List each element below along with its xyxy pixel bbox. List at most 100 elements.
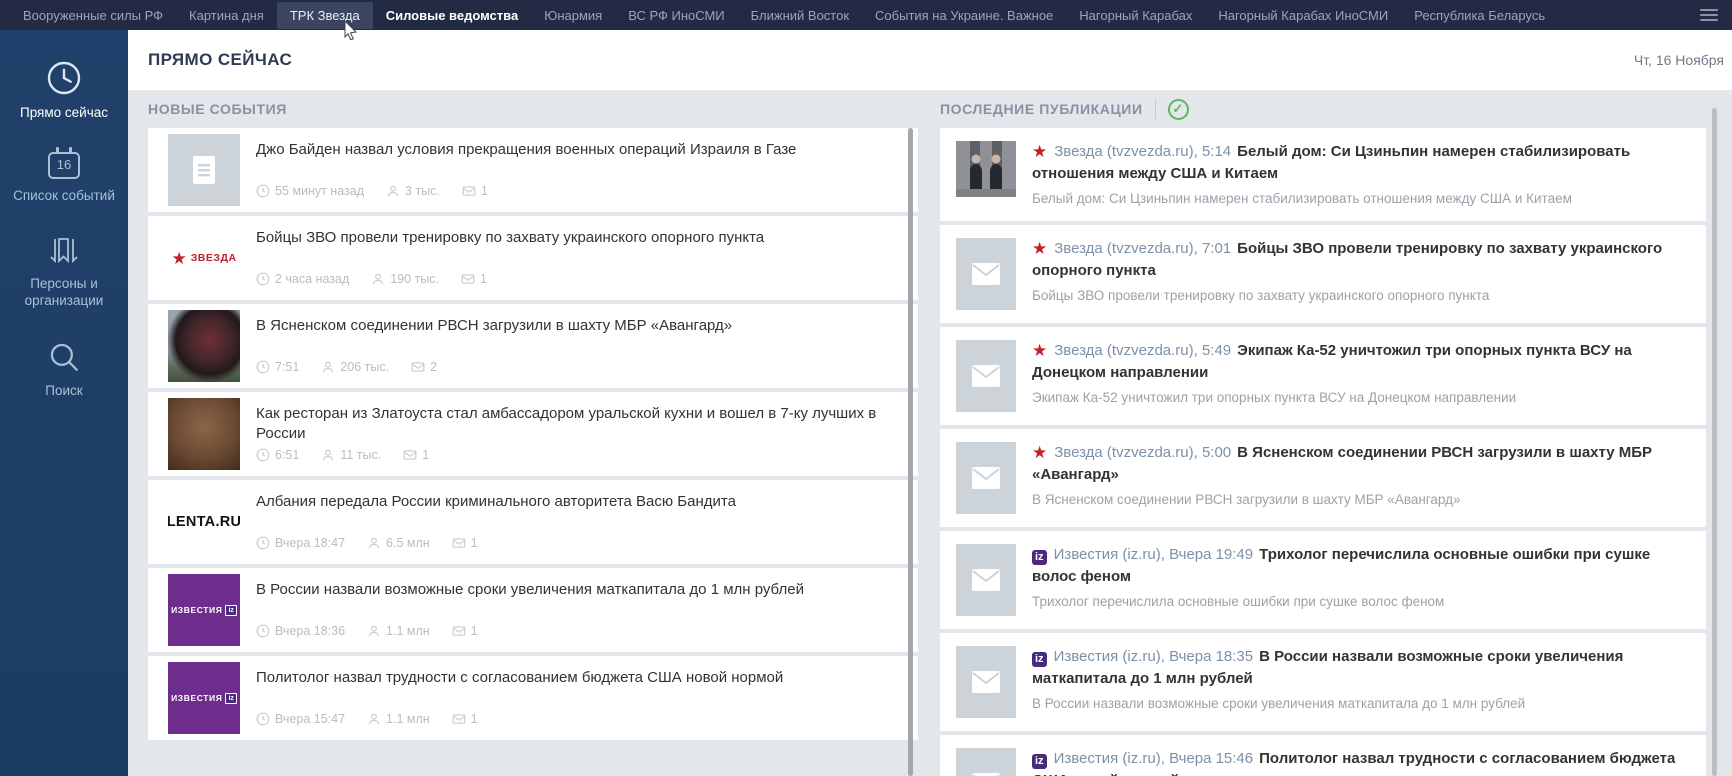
clock-icon <box>256 448 270 462</box>
event-time: Вчера 18:47 <box>275 536 345 550</box>
audience-icon <box>367 536 381 550</box>
event-title[interactable]: Как ресторан из Златоуста стал амбассадо… <box>256 404 888 443</box>
nav-item-ukraine-events[interactable]: События на Украине. Важное <box>862 2 1066 29</box>
audience-icon <box>321 360 335 374</box>
envelope-placeholder-thumbnail <box>956 544 1016 616</box>
nav-item-nagorny-karabakh-inosmi[interactable]: Нагорный Карабах ИноСМИ <box>1205 2 1401 29</box>
publication-row[interactable]: ★Звезда (tvzvezda.ru), 7:01Бойцы ЗВО про… <box>940 225 1706 323</box>
zvezda-star-icon: ★ <box>1032 143 1047 160</box>
event-row[interactable]: В Ясненском соединении РВСН загрузили в … <box>148 304 918 388</box>
event-time: 7:51 <box>275 360 299 374</box>
main-content: ПРЯМО СЕЙЧАС Чт, 16 Ноября НОВЫЕ СОБЫТИЯ… <box>128 30 1732 776</box>
publication-source-link[interactable]: Известия (iz.ru), Вчера 15:46 <box>1054 750 1254 767</box>
sidebar-item-persons-orgs[interactable]: Персоны и организации <box>0 235 128 310</box>
publication-source-link[interactable]: Известия (iz.ru), Вчера 19:49 <box>1054 546 1254 563</box>
nav-item-yunarmia[interactable]: Юнармия <box>531 2 615 29</box>
publication-source-link[interactable]: Известия (iz.ru), Вчера 18:35 <box>1054 648 1254 665</box>
messages-icon <box>461 272 475 286</box>
nav-item-nagorny-karabakh[interactable]: Нагорный Карабах <box>1066 2 1205 29</box>
sidebar-item-label: Поиск <box>8 383 120 400</box>
event-row[interactable]: Джо Байден назвал условия прекращения во… <box>148 128 918 212</box>
event-row[interactable]: ИЗВЕСТИЯ iz В России назвали возможные с… <box>148 568 918 652</box>
zvezda-star-icon: ★ <box>1032 240 1047 257</box>
clock-icon <box>256 536 270 550</box>
sidebar-item-search[interactable]: Поиск <box>0 340 128 400</box>
clock-icon <box>256 624 270 638</box>
event-title[interactable]: Бойцы ЗВО провели тренировку по захвату … <box>256 228 888 248</box>
menu-icon[interactable] <box>1700 9 1718 21</box>
nav-item-silovye-vedomstva[interactable]: Силовые ведомства <box>373 2 532 29</box>
event-row[interactable]: ИЗВЕСТИЯ iz Политолог назвал трудности с… <box>148 656 918 740</box>
zvezda-star-icon: ★ <box>1032 342 1047 359</box>
izvestia-logo-text: ИЗВЕСТИЯ <box>171 605 222 615</box>
nav-item-picture-of-day[interactable]: Картина дня <box>176 2 277 29</box>
clock-icon <box>256 184 270 198</box>
event-audience: 11 тыс. <box>340 448 381 462</box>
sidebar-item-event-list[interactable]: 16 Список событий <box>0 152 128 205</box>
publication-row[interactable]: izИзвестия (iz.ru), Вчера 15:46Политолог… <box>940 735 1706 776</box>
sidebar-item-label: Персоны и организации <box>8 276 120 310</box>
izvestia-logo-text: ИЗВЕСТИЯ <box>171 693 222 703</box>
event-title[interactable]: Политолог назвал трудности с согласовани… <box>256 668 888 688</box>
event-meta: Вчера 18:36 1.1 млн 1 <box>256 624 888 638</box>
audience-icon <box>386 184 400 198</box>
event-messages: 2 <box>430 360 437 374</box>
publication-row[interactable]: ★ Звезда (tvzvezda.ru), 5:49 Экипаж Ка-52 … <box>940 327 1706 425</box>
event-messages: 1 <box>471 712 478 726</box>
publication-row[interactable]: ★Звезда (tvzvezda.ru), 5:00В Ясненском с… <box>940 429 1706 527</box>
zvezda-star-icon: ★ <box>1032 444 1047 461</box>
event-title[interactable]: В России назвали возможные сроки увеличе… <box>256 580 888 600</box>
audience-icon <box>371 272 385 286</box>
zvezda-star-icon: ★ <box>171 250 186 267</box>
izvestia-iz-icon: iz <box>1032 754 1047 769</box>
publication-source-link[interactable]: Звезда (tvzvezda.ru), 5:00 <box>1054 444 1231 461</box>
event-title[interactable]: Джо Байден назвал условия прекращения во… <box>256 140 888 160</box>
publication-source-link[interactable]: Звезда (tvzvezda.ru), 5:14 <box>1054 143 1231 160</box>
clock-icon <box>8 60 120 96</box>
publication-row[interactable]: izИзвестия (iz.ru), Вчера 18:35В России … <box>940 633 1706 731</box>
divider <box>1155 99 1156 119</box>
event-messages: 1 <box>481 184 488 198</box>
publications-scrollbar[interactable] <box>1712 108 1717 776</box>
event-audience: 6.5 млн <box>386 536 430 550</box>
event-title[interactable]: В Ясненском соединении РВСН загрузили в … <box>256 316 888 336</box>
event-meta: Вчера 15:47 1.1 млн 1 <box>256 712 888 726</box>
event-row[interactable]: Как ресторан из Златоуста стал амбассадо… <box>148 392 918 476</box>
publication-source-link[interactable]: Звезда (tvzvezda.ru), 5:49 <box>1054 342 1231 359</box>
publication-snippet: Экипаж Ка-52 уничтожил три опорных пункт… <box>1032 389 1690 408</box>
messages-icon <box>411 360 425 374</box>
new-events-section-title: НОВЫЕ СОБЫТИЯ <box>148 90 918 128</box>
event-meta: 55 минут назад 3 тыс. 1 <box>256 184 888 198</box>
event-time: Вчера 18:36 <box>275 624 345 638</box>
event-meta: Вчера 18:47 6.5 млн 1 <box>256 536 888 550</box>
document-placeholder-thumbnail <box>168 134 240 206</box>
envelope-placeholder-thumbnail <box>956 748 1016 776</box>
publication-row[interactable]: ★Звезда (tvzvezda.ru), 5:14Белый дом: Си… <box>940 128 1706 221</box>
event-time: 55 минут назад <box>275 184 364 198</box>
messages-icon <box>452 536 466 550</box>
publication-row[interactable]: izИзвестия (iz.ru), Вчера 19:49Трихолог … <box>940 531 1706 629</box>
envelope-placeholder-thumbnail <box>956 238 1016 310</box>
envelope-placeholder-thumbnail <box>956 442 1016 514</box>
publication-source-link[interactable]: Звезда (tvzvezda.ru), 7:01 <box>1054 240 1231 257</box>
verified-check-icon[interactable]: ✓ <box>1168 99 1189 120</box>
messages-icon <box>452 624 466 638</box>
event-time: 6:51 <box>275 448 299 462</box>
event-time: Вчера 15:47 <box>275 712 345 726</box>
event-row[interactable]: ★ ЗВЕЗДА Бойцы ЗВО провели тренировку по… <box>148 216 918 300</box>
zvezda-logo-text: ЗВЕЗДА <box>191 252 237 264</box>
izvestia-logo: ИЗВЕСТИЯ iz <box>168 662 240 734</box>
event-row[interactable]: LENTA.RU Албания передала России кримина… <box>148 480 918 564</box>
nav-item-armed-forces[interactable]: Вооруженные силы РФ <box>10 2 176 29</box>
nav-item-middle-east[interactable]: Ближний Восток <box>738 2 862 29</box>
nav-item-vs-rf-inosmi[interactable]: ВС РФ ИноСМИ <box>615 2 737 29</box>
events-scrollbar[interactable] <box>908 128 913 776</box>
event-title[interactable]: Албания передала России криминального ав… <box>256 492 888 512</box>
missile-photo-thumbnail <box>168 310 240 382</box>
nav-item-belarus[interactable]: Республика Беларусь <box>1401 2 1558 29</box>
nav-item-trk-zvezda[interactable]: ТРК Звезда <box>277 2 373 29</box>
envelope-placeholder-thumbnail <box>956 340 1016 412</box>
event-audience: 3 тыс. <box>405 184 440 198</box>
audience-icon <box>367 624 381 638</box>
sidebar-item-live-now[interactable]: Прямо сейчас <box>0 60 128 122</box>
